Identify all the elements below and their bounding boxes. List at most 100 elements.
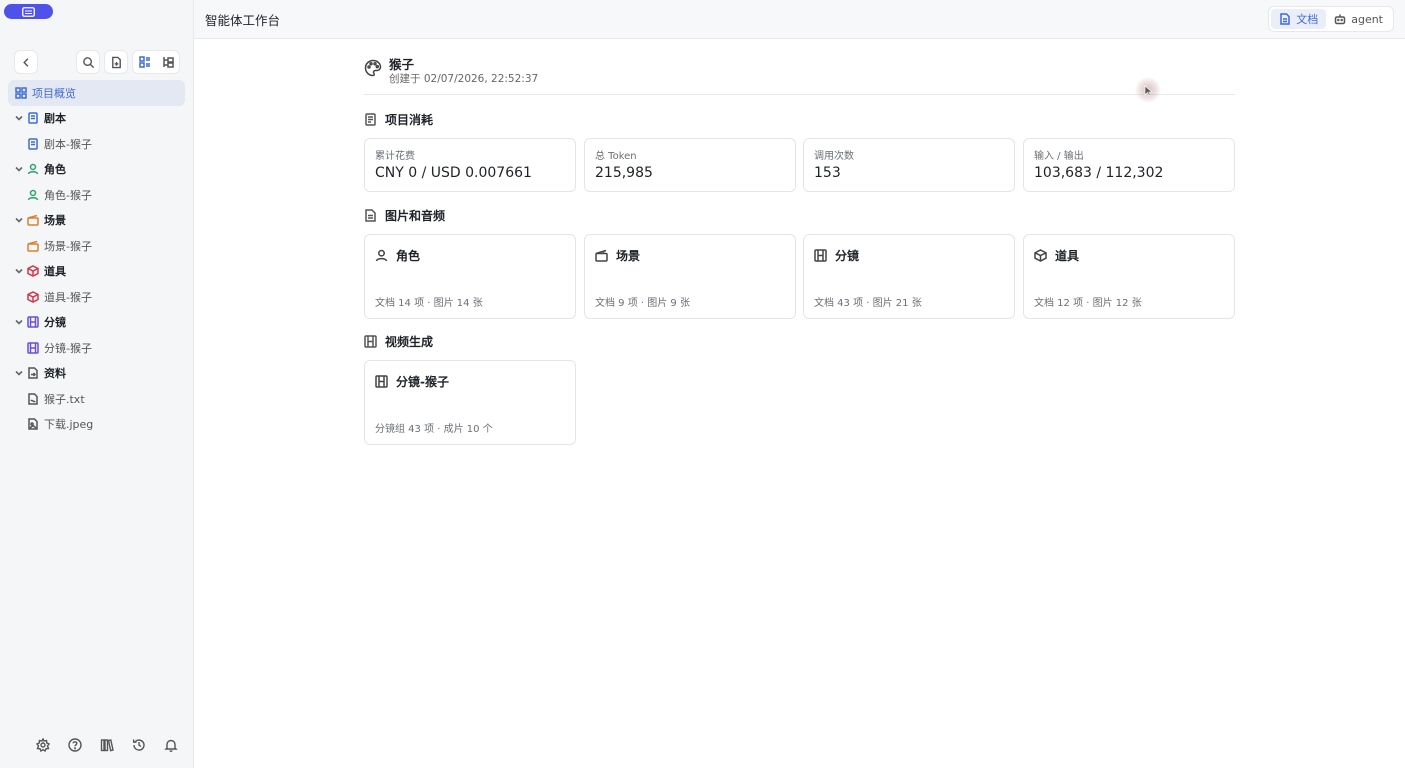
card-summary: 分镜组 43 项 · 成片 10 个 [375,424,493,435]
clapperboard-icon [595,249,608,262]
film-icon [364,335,377,348]
grid-view-button[interactable] [133,51,156,73]
tab-label: 文档 [1296,13,1319,26]
card-title-label: 角色 [396,249,421,263]
card-title-label: 道具 [1055,249,1080,263]
chevron-down-icon [12,369,26,377]
card-summary: 文档 43 项 · 图片 21 张 [814,298,922,309]
sidebar-group-materials[interactable]: 资料 [8,361,185,387]
card-title: 道具 [1034,247,1079,264]
chevron-down-icon [12,267,26,275]
card-title-label: 场景 [616,249,641,263]
notifications-button[interactable] [164,738,178,752]
sidebar-group-script[interactable]: 剧本 [8,106,185,132]
page-title: 智能体工作台 [205,12,281,28]
sidebar-item-prop-monkey[interactable]: 道具-猴子 [8,284,185,310]
sidebar-item-character-monkey[interactable]: 角色-猴子 [8,182,185,208]
sidebar-item-label: 道具-猴子 [44,290,92,304]
bell-icon [164,739,178,752]
sidebar-group-label: 剧本 [44,112,66,126]
user-icon [26,162,40,176]
clapperboard-icon [26,239,40,253]
sidebar-group-storyboard[interactable]: 分镜 [8,310,185,336]
card-title: 角色 [375,247,420,264]
help-circle-icon [68,738,82,752]
tab-document[interactable]: 文档 [1271,9,1327,29]
sidebar-item-script-monkey[interactable]: 剧本-猴子 [8,131,185,157]
sidebar-group-character[interactable]: 角色 [8,157,185,183]
sidebar-group-scene[interactable]: 场景 [8,208,185,234]
history-icon [132,739,145,751]
card-title: 分镜 [814,247,859,264]
stat-card-calls: 调用次数 153 [803,138,1015,192]
text-file-icon [26,392,40,406]
film-icon [26,315,40,329]
tree-view-button[interactable] [156,51,179,73]
media-card-storyboard[interactable]: 分镜 文档 43 项 · 图片 21 张 [803,234,1015,319]
sidebar-item-scene-monkey[interactable]: 场景-猴子 [8,233,185,259]
document-icon [365,209,376,222]
help-button[interactable] [68,738,82,752]
sidebar-item-label: 项目概览 [32,86,76,100]
search-icon [82,56,94,68]
new-file-button[interactable] [104,50,128,74]
robot-icon [1334,14,1346,25]
app-logo-button[interactable] [4,4,53,19]
library-button[interactable] [100,738,114,752]
sidebar-item-storyboard-monkey[interactable]: 分镜-猴子 [8,335,185,361]
card-title-label: 分镜 [835,249,860,263]
stat-label: 调用次数 [814,151,854,162]
sidebar-group-prop[interactable]: 道具 [8,259,185,285]
stat-card-io: 输入 / 输出 103,683 / 112,302 [1023,138,1235,192]
stat-label: 累计花费 [375,151,415,162]
section-video: 视频生成 [364,333,433,350]
image-file-icon [26,417,40,431]
view-toggle [132,50,180,74]
settings-button[interactable] [36,738,50,752]
list-view-icon [138,56,150,68]
user-icon [26,188,40,202]
media-card-prop[interactable]: 道具 文档 12 项 · 图片 12 张 [1023,234,1235,319]
cursor-arrow-icon [1144,85,1153,96]
chevron-down-icon [12,114,26,122]
card-title-label: 分镜-猴子 [396,375,449,389]
sidebar-item-overview[interactable]: 项目概览 [8,80,185,106]
project-created-time: 创建于 02/07/2026, 22:52:37 [389,73,539,85]
clapperboard-icon [26,213,40,227]
card-title: 分镜-猴子 [375,373,449,390]
collapse-sidebar-button[interactable] [14,50,38,74]
stat-value: 103,683 / 112,302 [1034,165,1164,181]
card-summary: 文档 14 项 · 图片 14 张 [375,298,483,309]
card-summary: 文档 12 项 · 图片 12 张 [1034,298,1142,309]
gear-icon [36,738,50,752]
palette-icon [364,59,382,77]
sidebar-item-label: 场景-猴子 [44,239,92,253]
sidebar-group-label: 分镜 [44,316,66,330]
history-button[interactable] [132,738,146,752]
stat-value: CNY 0 / USD 0.007661 [375,165,532,181]
sidebar-footer [36,738,178,752]
sidebar-item-file-txt[interactable]: 猴子.txt [8,386,185,412]
sidebar-group-label: 资料 [44,367,66,381]
library-icon [100,739,114,752]
tab-label: agent [1351,12,1383,26]
media-card-scene[interactable]: 场景 文档 9 项 · 图片 9 张 [584,234,796,319]
stat-value: 153 [814,165,841,181]
sidebar: 项目概览 剧本 剧本-猴子 角色 角色-猴子 场景 场景-猴子 道具 道具-猴子… [0,0,194,768]
section-title: 图片和音频 [385,209,446,223]
chevron-down-icon [12,216,26,224]
chevron-down-icon [12,165,26,173]
search-button[interactable] [76,50,100,74]
section-consumption: 项目消耗 [364,111,433,128]
sidebar-item-file-jpeg[interactable]: 下载.jpeg [8,412,185,438]
sidebar-group-label: 场景 [44,214,66,228]
sidebar-item-label: 剧本-猴子 [44,137,92,151]
stat-card-token: 总 Token 215,985 [584,138,796,192]
video-card-storyboard-monkey[interactable]: 分镜-猴子 分镜组 43 项 · 成片 10 个 [364,360,576,445]
sidebar-group-label: 道具 [44,265,66,279]
tab-agent[interactable]: agent [1326,9,1391,29]
stat-label: 输入 / 输出 [1034,151,1084,162]
media-card-character[interactable]: 角色 文档 14 项 · 图片 14 张 [364,234,576,319]
script-icon [26,137,40,151]
section-title: 项目消耗 [385,113,434,127]
